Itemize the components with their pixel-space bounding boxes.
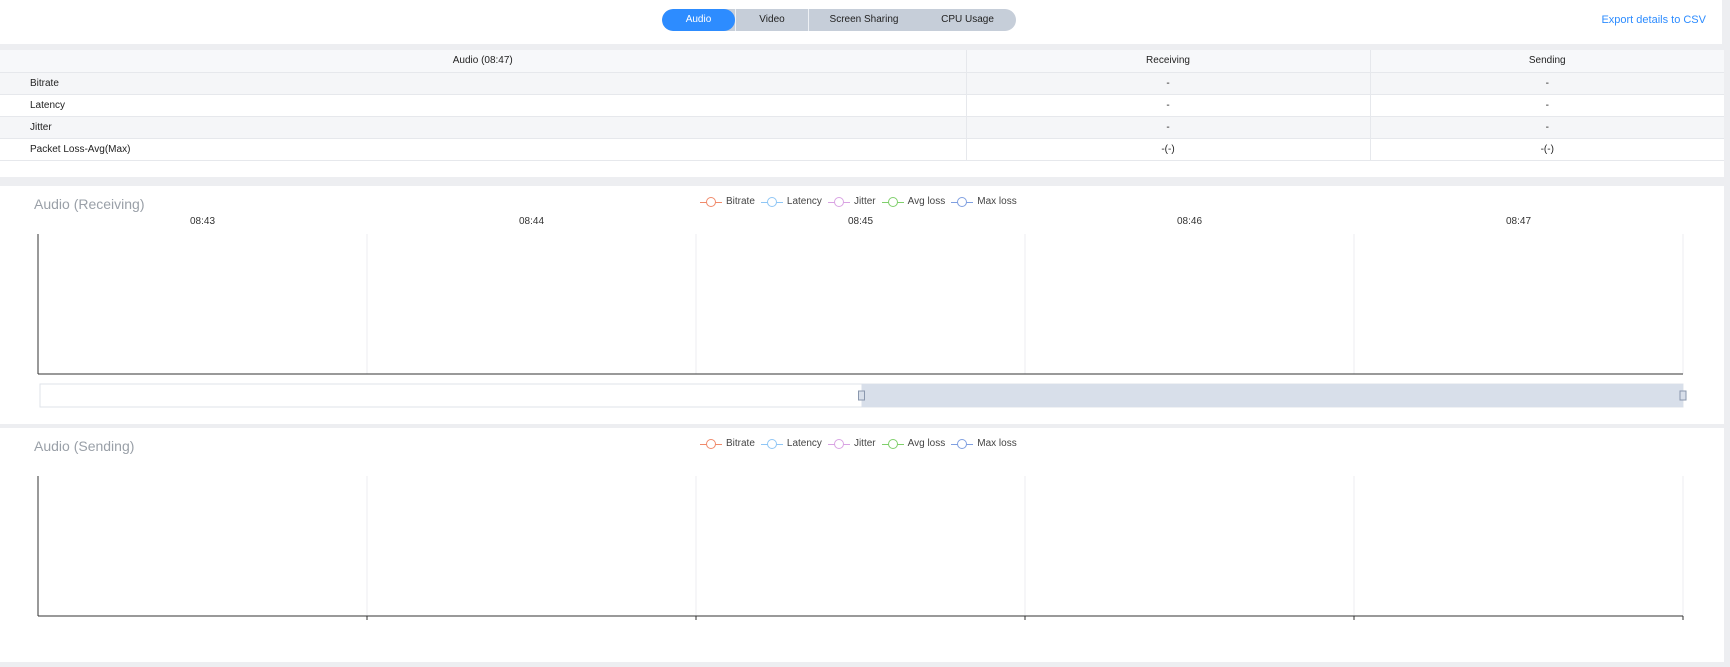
receiving-value: - [966, 116, 1371, 139]
time-tick-label: 08:47 [1506, 216, 1531, 227]
top-bar: Audio Video Screen Sharing CPU Usage Exp… [0, 0, 1722, 44]
zoom-handle-icon[interactable] [858, 390, 865, 401]
time-tick-label: 08:43 [190, 216, 215, 227]
header-sending: Sending [1370, 50, 1724, 73]
table-footer [0, 161, 1724, 177]
tab-cpu-usage[interactable]: CPU Usage [919, 9, 1016, 31]
header-audio: Audio (08:47) [0, 50, 967, 73]
table-row: Bitrate - - [0, 72, 1724, 95]
metric-label: Bitrate [0, 72, 967, 95]
tab-screen-sharing[interactable]: Screen Sharing [809, 9, 919, 31]
sending-value: - [1370, 72, 1724, 95]
zoom-slider-selection [861, 384, 1683, 407]
receiving-value: - [966, 94, 1371, 117]
time-tick-label: 08:44 [519, 216, 544, 227]
table-row: Packet Loss-Avg(Max) -(-) -(-) [0, 138, 1724, 161]
receiving-chart-panel: Audio (Receiving) Bitrate Latency Jitter… [0, 186, 1724, 424]
zoom-handle-icon[interactable] [1679, 390, 1687, 401]
receiving-chart-plot: 08:43 08:44 08:45 08:46 08:47 [37, 216, 1687, 408]
table-row: Latency - - [0, 94, 1724, 117]
table-row: Jitter - - [0, 116, 1724, 139]
sending-value: - [1370, 116, 1724, 139]
sending-chart-plot [37, 476, 1684, 620]
metric-label: Packet Loss-Avg(Max) [0, 138, 967, 161]
export-csv-link[interactable]: Export details to CSV [1601, 14, 1706, 26]
sending-chart-panel: Audio (Sending) Bitrate Latency Jitter A… [0, 428, 1724, 662]
tab-audio[interactable]: Audio [662, 9, 735, 31]
audio-stats-table: Audio (08:47) Receiving Sending Bitrate … [0, 50, 1724, 161]
table-header-row: Audio (08:47) Receiving Sending [0, 50, 1724, 73]
time-tick-label: 08:45 [848, 216, 873, 227]
receiving-value: -(-) [966, 138, 1371, 161]
sending-value: - [1370, 94, 1724, 117]
header-receiving: Receiving [966, 50, 1371, 73]
sending-value: -(-) [1370, 138, 1724, 161]
receiving-value: - [966, 72, 1371, 95]
media-tabs: Audio Video Screen Sharing CPU Usage [662, 9, 1016, 31]
tab-video[interactable]: Video [736, 9, 808, 31]
metric-label: Jitter [0, 116, 967, 139]
metric-label: Latency [0, 94, 967, 117]
time-tick-label: 08:46 [1177, 216, 1202, 227]
